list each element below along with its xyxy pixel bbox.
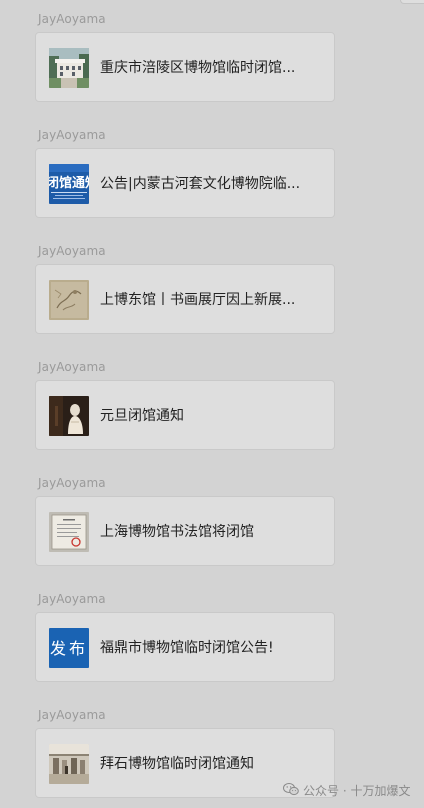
sender-name: JayAoyama bbox=[38, 708, 106, 722]
feed-item: JayAoyama 闭馆通知 公告|内蒙古河套文化博物院临... bbox=[0, 128, 424, 244]
thumb-badge-text: 发布 bbox=[50, 639, 88, 658]
article-card[interactable]: 上海博物馆书法馆将闭馆 bbox=[35, 496, 335, 566]
museum-building-photo-icon bbox=[49, 48, 89, 88]
sender-name: JayAoyama bbox=[38, 128, 106, 142]
notice-banner-icon: 闭馆通知 bbox=[49, 164, 89, 204]
wechat-logo-icon bbox=[283, 782, 299, 799]
sender-name: JayAoyama bbox=[38, 12, 106, 26]
article-card[interactable]: 重庆市涪陵区博物馆临时闭馆... bbox=[35, 32, 335, 102]
article-card[interactable]: 元旦闭馆通知 bbox=[35, 380, 335, 450]
painting-scroll-icon bbox=[49, 280, 89, 320]
sender-name: JayAoyama bbox=[38, 476, 106, 490]
article-title: 元旦闭馆通知 bbox=[100, 408, 184, 424]
feed-item: JayAoyama 元旦闭馆通知 bbox=[0, 360, 424, 476]
feed-item: JayAoyama 发布 福鼎市博物馆临时闭馆公告! bbox=[0, 592, 424, 708]
article-title: 重庆市涪陵区博物馆临时闭馆... bbox=[100, 60, 296, 76]
article-card[interactable]: 闭馆通知 公告|内蒙古河套文化博物院临... bbox=[35, 148, 335, 218]
article-title: 拜石博物馆临时闭馆通知 bbox=[100, 756, 254, 772]
article-card[interactable]: 上博东馆丨书画展厅因上新展... bbox=[35, 264, 335, 334]
article-title: 上博东馆丨书画展厅因上新展... bbox=[100, 292, 296, 308]
article-title: 上海博物馆书法馆将闭馆 bbox=[100, 524, 254, 540]
article-title: 公告|内蒙古河套文化博物院临... bbox=[100, 176, 301, 192]
sender-name: JayAoyama bbox=[38, 244, 106, 258]
article-title: 福鼎市博物馆临时闭馆公告! bbox=[100, 640, 274, 656]
sender-name: JayAoyama bbox=[38, 592, 106, 606]
feed-item: JayAoyama 上海博物馆书法馆将闭馆 bbox=[0, 476, 424, 592]
previous-card-edge bbox=[400, 0, 424, 4]
sender-name: JayAoyama bbox=[38, 360, 106, 374]
watermark: 公众号 · 十万加爆文 bbox=[283, 780, 410, 800]
certificate-document-icon bbox=[49, 512, 89, 552]
feed-item: JayAoyama 重庆市涪陵区博物馆临时闭馆... bbox=[0, 12, 424, 128]
announcement-badge-icon: 发布 bbox=[49, 628, 89, 668]
watermark-text: 公众号 · 十万加爆文 bbox=[303, 783, 411, 798]
exhibition-hall-photo-icon bbox=[49, 744, 89, 784]
article-card[interactable]: 发布 福鼎市博物馆临时闭馆公告! bbox=[35, 612, 335, 682]
message-feed: JayAoyama 重庆市涪陵区博物馆临时闭馆... JayAoyama 闭馆通… bbox=[0, 0, 424, 808]
thumb-banner-text: 闭馆通知 bbox=[49, 175, 89, 191]
statue-photo-icon bbox=[49, 396, 89, 436]
feed-item: JayAoyama 上博东馆丨书画展厅因上新展... bbox=[0, 244, 424, 360]
